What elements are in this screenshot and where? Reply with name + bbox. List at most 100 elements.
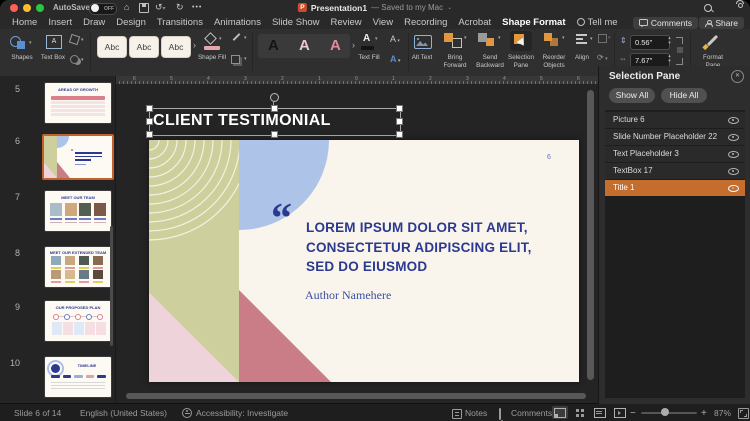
zoom-slider-track[interactable] <box>641 412 697 414</box>
wordart-style-3[interactable]: A <box>330 34 341 58</box>
tab-draw[interactable]: Draw <box>83 17 105 28</box>
merge-shapes-icon[interactable] <box>70 55 79 64</box>
resize-handle-w[interactable] <box>146 118 153 125</box>
share-button[interactable]: Share <box>699 17 744 29</box>
tab-design[interactable]: Design <box>116 17 146 28</box>
resize-handle-s[interactable] <box>271 131 278 138</box>
selection-item-textbox-17[interactable]: TextBox 17 <box>605 163 745 179</box>
resize-handle-e[interactable] <box>396 118 403 125</box>
shape-style-preset-1[interactable]: Abc <box>97 36 127 58</box>
thumbnail-scrollbar[interactable] <box>110 226 113 346</box>
title-chevron-icon[interactable]: ⌄ <box>447 4 452 11</box>
tab-acrobat[interactable]: Acrobat <box>458 17 491 28</box>
comments-status-button[interactable]: Comments <box>511 408 552 418</box>
text-outline-icon[interactable]: A ▾ <box>390 34 400 44</box>
tab-review[interactable]: Review <box>331 17 362 28</box>
slide-sorter-view-button[interactable] <box>572 406 588 419</box>
slide-6-surface[interactable]: “ LOREM IPSUM DOLOR SIT AMET, CONSECTETU… <box>149 140 579 382</box>
minimize-window-button[interactable] <box>23 4 31 12</box>
thumbnail-slide-6-selected[interactable]: “ <box>42 134 114 180</box>
rotation-handle[interactable] <box>270 93 279 102</box>
canvas-vertical-scrollbar[interactable] <box>587 90 594 380</box>
tab-animations[interactable]: Animations <box>214 17 261 28</box>
height-stepper[interactable]: ▲▼ <box>666 36 673 45</box>
rotate-objects-icon[interactable]: ⟳ ▾ <box>597 53 608 62</box>
wordart-style-1[interactable]: A <box>268 34 279 58</box>
tab-view[interactable]: View <box>373 17 393 28</box>
autosave-toggle[interactable]: OFF <box>89 3 117 15</box>
selection-item-slide-number-placeholder[interactable]: Slide Number Placeholder 22 <box>605 129 745 145</box>
resize-handle-nw[interactable] <box>146 105 153 112</box>
undo-icon[interactable]: ↺▾ <box>155 1 166 16</box>
close-window-button[interactable] <box>10 4 18 12</box>
thumbnail-slide-10[interactable]: TIMELINE <box>44 356 112 398</box>
thumbnail-slide-5[interactable]: AREAS OF GROWTH <box>44 82 112 124</box>
home-icon[interactable]: ⌂ <box>124 1 129 14</box>
fit-to-window-icon[interactable] <box>738 408 749 419</box>
language-button[interactable]: English (United States) <box>80 408 167 418</box>
visibility-eye-icon[interactable] <box>728 134 739 141</box>
thumbnail-slide-8[interactable]: MEET OUR EXTENDED TEAM <box>44 246 112 288</box>
style-gallery-more-icon[interactable]: › <box>193 40 196 50</box>
slide-page-number[interactable]: 6 <box>547 154 551 161</box>
selection-pane-button[interactable] <box>510 31 532 51</box>
tab-slide-show[interactable]: Slide Show <box>272 17 320 28</box>
resize-handle-sw[interactable] <box>146 131 153 138</box>
document-title-area[interactable]: P Presentation1 — Saved to my Mac ⌄ <box>298 0 452 15</box>
shape-style-preset-3[interactable]: Abc <box>161 36 191 58</box>
selection-item-picture-6[interactable]: Picture 6 <box>605 112 745 128</box>
resize-handle-se[interactable] <box>396 131 403 138</box>
format-pane-button[interactable] <box>702 33 724 51</box>
show-all-button[interactable]: Show All <box>609 88 655 103</box>
visibility-eye-icon[interactable] <box>728 151 739 158</box>
edit-shape-icon[interactable] <box>69 34 80 45</box>
slide-title-textbox[interactable]: CLIENT TESTIMONIAL <box>153 112 331 130</box>
shape-style-preset-2[interactable]: Abc <box>129 36 159 58</box>
tell-me-control[interactable]: Tell me <box>577 17 618 28</box>
author-textbox[interactable]: Author Namehere <box>305 288 391 303</box>
quote-textbox[interactable]: LOREM IPSUM DOLOR SIT AMET, CONSECTETUR … <box>306 218 579 277</box>
thumbnail-slide-9[interactable]: OUR PROPOSED PLAN <box>44 300 112 342</box>
zoom-in-button[interactable]: + <box>701 408 707 419</box>
redo-icon[interactable]: ↻ <box>176 1 184 14</box>
lock-aspect-ratio-button[interactable] <box>677 47 683 53</box>
wordart-gallery-more-icon[interactable]: › <box>352 40 355 50</box>
tab-insert[interactable]: Insert <box>48 17 72 28</box>
shape-height-field[interactable]: 0.56" <box>630 35 670 50</box>
reading-view-button[interactable] <box>592 406 608 419</box>
notes-button[interactable]: Notes <box>465 408 487 418</box>
normal-view-button[interactable] <box>552 406 568 419</box>
wordart-style-2[interactable]: A <box>299 34 310 58</box>
zoom-level[interactable]: 87% <box>714 408 731 418</box>
alt-text-button[interactable] <box>414 35 432 49</box>
slideshow-view-button[interactable] <box>612 406 628 419</box>
width-stepper[interactable]: ▲▼ <box>666 54 673 63</box>
resize-handle-ne[interactable] <box>396 105 403 112</box>
text-effects-icon[interactable]: A ▾ <box>390 54 400 64</box>
selection-item-title-1-selected[interactable]: Title 1 <box>605 180 745 196</box>
tab-home[interactable]: Home <box>12 17 37 28</box>
hide-all-button[interactable]: Hide All <box>661 88 707 103</box>
more-commands-icon[interactable]: ••• <box>192 1 202 14</box>
text-box-button[interactable]: A <box>46 35 62 49</box>
visibility-eye-icon[interactable] <box>728 185 739 192</box>
resize-handle-n[interactable] <box>271 105 278 112</box>
accessibility-status[interactable]: Accessibility: Investigate <box>196 408 288 418</box>
thumbnail-slide-7[interactable]: MEET OUR TEAM <box>44 190 112 232</box>
search-icon[interactable] <box>704 4 712 12</box>
wordart-gallery[interactable]: A A A <box>258 34 350 58</box>
shape-outline-icon[interactable] <box>233 33 241 41</box>
quote-mark-glyph[interactable]: “ <box>271 198 292 240</box>
visibility-eye-icon[interactable] <box>728 117 739 124</box>
canvas-horizontal-scrollbar[interactable] <box>126 393 586 399</box>
visibility-eye-icon[interactable] <box>728 168 739 175</box>
tab-shape-format[interactable]: Shape Format <box>502 17 565 28</box>
zoom-window-button[interactable] <box>36 4 44 12</box>
save-icon[interactable] <box>139 3 149 13</box>
tab-transitions[interactable]: Transitions <box>157 17 203 28</box>
shape-effects-icon[interactable] <box>231 55 240 64</box>
comments-button[interactable]: Comments <box>633 17 698 29</box>
zoom-slider-thumb[interactable] <box>661 408 669 416</box>
close-icon[interactable]: ✕ <box>731 70 744 83</box>
tab-recording[interactable]: Recording <box>404 17 447 28</box>
